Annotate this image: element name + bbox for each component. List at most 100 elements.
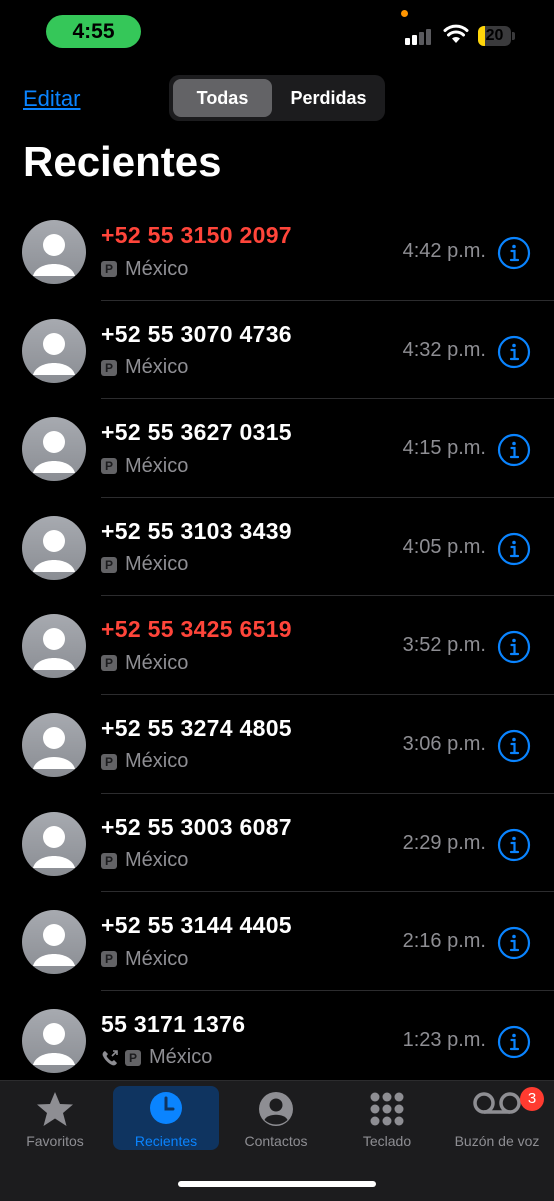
recent-calls-list: +52 55 3150 2097 P México 4:42 p.m. +52 55 3… bbox=[0, 202, 554, 1090]
p-badge-icon: P bbox=[125, 1049, 141, 1066]
p-badge-icon: P bbox=[101, 951, 117, 968]
p-badge-icon: P bbox=[101, 852, 117, 869]
info-icon[interactable] bbox=[497, 335, 531, 369]
keypad-icon bbox=[370, 1092, 404, 1126]
voicemail-icon bbox=[473, 1092, 521, 1114]
call-row[interactable]: +52 55 3627 0315 P México 4:15 p.m. bbox=[0, 399, 554, 498]
caller-location: México bbox=[149, 1046, 213, 1069]
caller-number: +52 55 3150 2097 bbox=[101, 222, 292, 248]
avatar bbox=[22, 318, 86, 383]
segment-todas[interactable]: Todas bbox=[173, 79, 272, 117]
call-time: 1:23 p.m. bbox=[402, 1028, 486, 1051]
caller-location: México bbox=[125, 750, 189, 773]
clock-icon bbox=[150, 1092, 182, 1124]
call-subtitle: P México bbox=[101, 454, 188, 478]
battery-icon: 20 bbox=[478, 26, 511, 46]
info-icon[interactable] bbox=[497, 433, 531, 467]
call-time: 3:06 p.m. bbox=[402, 732, 486, 755]
caller-location: México bbox=[125, 356, 189, 379]
call-subtitle: P México bbox=[101, 750, 188, 774]
status-time: 4:55 bbox=[46, 15, 141, 48]
tab-label: Favoritos bbox=[26, 1133, 84, 1149]
call-subtitle: P México bbox=[101, 356, 188, 380]
caller-location: México bbox=[125, 849, 189, 872]
info-icon[interactable] bbox=[497, 828, 531, 862]
p-badge-icon: P bbox=[101, 261, 117, 277]
avatar bbox=[22, 417, 86, 482]
call-time: 4:32 p.m. bbox=[402, 338, 486, 361]
p-badge-icon: P bbox=[101, 556, 117, 573]
caller-number: +52 55 3003 6087 bbox=[101, 813, 292, 840]
call-time: 3:52 p.m. bbox=[402, 634, 486, 657]
call-subtitle: P México bbox=[101, 1046, 212, 1070]
tab-label: Recientes bbox=[134, 1133, 198, 1149]
tab-favoritos[interactable]: Favoritos bbox=[2, 1081, 108, 1151]
avatar bbox=[22, 910, 86, 975]
call-row[interactable]: +52 55 3070 4736 P México 4:32 p.m. bbox=[0, 301, 554, 400]
wifi-icon bbox=[443, 24, 469, 43]
tab-teclado[interactable]: Teclado bbox=[334, 1081, 440, 1151]
info-icon[interactable] bbox=[497, 532, 531, 566]
call-row[interactable]: 55 3171 1376 P México 1:23 p.m. bbox=[0, 991, 554, 1090]
call-subtitle: P México bbox=[101, 553, 188, 577]
avatar bbox=[22, 1008, 86, 1073]
caller-number: +52 55 3627 0315 bbox=[101, 419, 292, 446]
cellular-signal-icon bbox=[405, 27, 433, 45]
voicemail-badge: 3 bbox=[520, 1087, 544, 1111]
tab-buzon-de-voz[interactable]: 3 Buzón de voz bbox=[444, 1081, 550, 1151]
call-row[interactable]: +52 55 3274 4805 P México 3:06 p.m. bbox=[0, 695, 554, 794]
info-icon[interactable] bbox=[497, 1025, 531, 1059]
tab-label: Contactos bbox=[244, 1133, 308, 1149]
info-icon[interactable] bbox=[497, 729, 531, 763]
info-icon[interactable] bbox=[497, 630, 531, 664]
caller-location: México bbox=[125, 553, 189, 576]
caller-location: México bbox=[125, 947, 189, 970]
caller-number: +52 55 3425 6519 bbox=[101, 616, 292, 643]
call-time: 4:15 p.m. bbox=[402, 437, 486, 460]
call-time: 2:29 p.m. bbox=[402, 831, 486, 854]
avatar bbox=[22, 712, 86, 777]
privacy-indicator-dot bbox=[401, 10, 408, 17]
call-time: 2:16 p.m. bbox=[402, 930, 486, 953]
call-time: 4:42 p.m. bbox=[402, 240, 486, 262]
call-subtitle: P México bbox=[101, 947, 188, 971]
filter-segmented-control: Todas Perdidas bbox=[169, 75, 385, 121]
avatar bbox=[22, 220, 86, 284]
segment-perdidas[interactable]: Perdidas bbox=[276, 79, 381, 117]
call-row[interactable]: +52 55 3103 3439 P México 4:05 p.m. bbox=[0, 498, 554, 597]
caller-location: México bbox=[125, 257, 189, 280]
tab-label: Buzón de voz bbox=[454, 1133, 540, 1149]
battery-percent: 20 bbox=[485, 27, 504, 44]
caller-number: +52 55 3103 3439 bbox=[101, 517, 292, 544]
edit-button[interactable]: Editar bbox=[23, 86, 80, 112]
p-badge-icon: P bbox=[101, 458, 117, 475]
tab-contactos[interactable]: Contactos bbox=[223, 1081, 329, 1151]
call-subtitle: P México bbox=[101, 651, 188, 675]
avatar bbox=[22, 811, 86, 876]
home-indicator[interactable] bbox=[178, 1181, 376, 1187]
page-title: Recientes bbox=[23, 138, 222, 185]
call-row[interactable]: +52 55 3003 6087 P México 2:29 p.m. bbox=[0, 794, 554, 893]
info-icon[interactable] bbox=[497, 236, 531, 270]
caller-number: +52 55 3144 4405 bbox=[101, 912, 292, 939]
avatar bbox=[22, 614, 86, 679]
p-badge-icon: P bbox=[101, 359, 117, 376]
caller-number: +52 55 3070 4736 bbox=[101, 320, 292, 347]
tab-recientes[interactable]: Recientes bbox=[113, 1086, 219, 1150]
call-row[interactable]: +52 55 3144 4405 P México 2:16 p.m. bbox=[0, 892, 554, 991]
p-badge-icon: P bbox=[101, 753, 117, 770]
call-row[interactable]: +52 55 3425 6519 P México 3:52 p.m. bbox=[0, 596, 554, 695]
p-badge-icon: P bbox=[101, 655, 117, 672]
caller-number: 55 3171 1376 bbox=[101, 1010, 246, 1037]
call-subtitle: P México bbox=[101, 849, 188, 873]
call-subtitle: P México bbox=[101, 257, 188, 281]
caller-location: México bbox=[125, 651, 189, 674]
caller-number: +52 55 3274 4805 bbox=[101, 714, 292, 741]
tab-label: Teclado bbox=[362, 1133, 412, 1149]
call-row[interactable]: +52 55 3150 2097 P México 4:42 p.m. bbox=[0, 202, 554, 301]
battery-cap bbox=[512, 32, 515, 40]
info-icon[interactable] bbox=[497, 926, 531, 960]
caller-location: México bbox=[125, 454, 189, 477]
star-icon bbox=[37, 1092, 73, 1126]
call-time: 4:05 p.m. bbox=[402, 535, 486, 558]
